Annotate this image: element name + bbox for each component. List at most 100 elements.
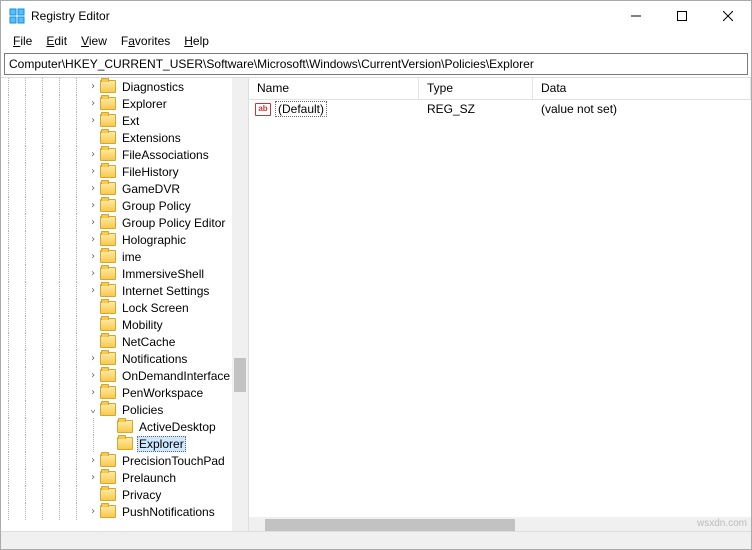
values-pane: Name Type Data (Default)REG_SZ(value not…	[249, 78, 751, 533]
tree-item-extensions[interactable]: Extensions	[1, 129, 236, 146]
tree-item-internet-settings[interactable]: Internet Settings	[1, 282, 236, 299]
expander-icon[interactable]	[86, 285, 100, 296]
expander-icon[interactable]	[86, 81, 100, 92]
folder-icon	[100, 165, 116, 178]
value-type: REG_SZ	[427, 102, 541, 116]
expander-icon[interactable]	[86, 115, 100, 126]
col-type[interactable]: Type	[419, 78, 533, 99]
folder-icon	[100, 250, 116, 263]
tree-item-penworkspace[interactable]: PenWorkspace	[1, 384, 236, 401]
tree-item-label: PrecisionTouchPad	[120, 454, 227, 468]
tree-item-label: PenWorkspace	[120, 386, 205, 400]
folder-icon	[100, 369, 116, 382]
folder-icon	[100, 199, 116, 212]
tree-item-ext[interactable]: Ext	[1, 112, 236, 129]
titlebar: Registry Editor	[1, 1, 751, 31]
tree-item-diagnostics[interactable]: Diagnostics	[1, 78, 236, 95]
expander-icon[interactable]	[86, 387, 100, 398]
value-data: (value not set)	[541, 102, 751, 116]
folder-icon	[100, 454, 116, 467]
menu-help[interactable]: Help	[178, 32, 215, 50]
expander-icon[interactable]	[86, 404, 100, 415]
tree-item-notifications[interactable]: Notifications	[1, 350, 236, 367]
folder-icon	[100, 284, 116, 297]
maximize-button[interactable]	[659, 1, 705, 31]
tree-item-explorer[interactable]: Explorer	[1, 435, 236, 452]
expander-icon[interactable]	[86, 200, 100, 211]
tree-item-label: Mobility	[120, 318, 165, 332]
tree-item-activedesktop[interactable]: ActiveDesktop	[1, 418, 236, 435]
col-data[interactable]: Data	[533, 78, 751, 99]
folder-icon	[100, 352, 116, 365]
tree-item-netcache[interactable]: NetCache	[1, 333, 236, 350]
expander-icon[interactable]	[86, 251, 100, 262]
tree-item-mobility[interactable]: Mobility	[1, 316, 236, 333]
tree-item-label: FileAssociations	[120, 148, 211, 162]
tree-item-filehistory[interactable]: FileHistory	[1, 163, 236, 180]
tree-item-pushnotifications[interactable]: PushNotifications	[1, 503, 236, 520]
tree-item-ondemandinterface[interactable]: OnDemandInterface	[1, 367, 236, 384]
folder-icon	[100, 471, 116, 484]
folder-icon	[100, 148, 116, 161]
folder-icon	[100, 97, 116, 110]
menu-view[interactable]: View	[75, 32, 113, 50]
expander-icon[interactable]	[86, 98, 100, 109]
addressbar[interactable]: Computer\HKEY_CURRENT_USER\Software\Micr…	[4, 53, 748, 75]
close-button[interactable]	[705, 1, 751, 31]
tree-item-label: FileHistory	[120, 165, 181, 179]
folder-icon	[100, 131, 116, 144]
tree-item-label: Internet Settings	[120, 284, 211, 298]
folder-icon	[100, 114, 116, 127]
folder-icon	[100, 403, 116, 416]
tree-item-ime[interactable]: ime	[1, 248, 236, 265]
tree-item-explorer[interactable]: Explorer	[1, 95, 236, 112]
menu-file[interactable]: File	[7, 32, 38, 50]
expander-icon[interactable]	[86, 149, 100, 160]
col-name[interactable]: Name	[249, 78, 419, 99]
folder-icon	[100, 267, 116, 280]
tree-item-label: OnDemandInterface	[120, 369, 232, 383]
tree-item-label: Policies	[120, 403, 165, 417]
minimize-button[interactable]	[613, 1, 659, 31]
folder-icon	[117, 437, 133, 450]
menubar: File Edit View Favorites Help	[1, 31, 751, 51]
expander-icon[interactable]	[86, 506, 100, 517]
tree-item-label: Explorer	[137, 436, 186, 452]
expander-icon[interactable]	[86, 183, 100, 194]
expander-icon[interactable]	[86, 234, 100, 245]
tree-item-label: ActiveDesktop	[137, 420, 218, 434]
tree-item-label: Group Policy Editor	[120, 216, 227, 230]
menu-edit[interactable]: Edit	[40, 32, 73, 50]
tree-item-group-policy[interactable]: Group Policy	[1, 197, 236, 214]
expander-icon[interactable]	[86, 353, 100, 364]
tree-item-lock-screen[interactable]: Lock Screen	[1, 299, 236, 316]
tree-item-policies[interactable]: Policies	[1, 401, 236, 418]
tree-item-holographic[interactable]: Holographic	[1, 231, 236, 248]
tree-item-gamedvr[interactable]: GameDVR	[1, 180, 236, 197]
expander-icon[interactable]	[86, 166, 100, 177]
tree-item-group-policy-editor[interactable]: Group Policy Editor	[1, 214, 236, 231]
expander-icon[interactable]	[86, 472, 100, 483]
expander-icon[interactable]	[86, 217, 100, 228]
value-row[interactable]: (Default)REG_SZ(value not set)	[249, 100, 751, 118]
address-text: Computer\HKEY_CURRENT_USER\Software\Micr…	[9, 57, 534, 71]
folder-icon	[100, 386, 116, 399]
tree-item-prelaunch[interactable]: Prelaunch	[1, 469, 236, 486]
tree-item-privacy[interactable]: Privacy	[1, 486, 236, 503]
tree-item-label: Holographic	[120, 233, 188, 247]
expander-icon[interactable]	[86, 370, 100, 381]
expander-icon[interactable]	[86, 455, 100, 466]
string-value-icon	[255, 103, 271, 116]
tree-item-immersiveshell[interactable]: ImmersiveShell	[1, 265, 236, 282]
tree-item-label: Prelaunch	[120, 471, 178, 485]
tree-item-label: Diagnostics	[120, 80, 186, 94]
folder-icon	[100, 505, 116, 518]
menu-favorites[interactable]: Favorites	[115, 32, 176, 50]
expander-icon[interactable]	[86, 268, 100, 279]
tree-item-label: Lock Screen	[120, 301, 191, 315]
tree-item-label: PushNotifications	[120, 505, 217, 519]
tree-item-fileassociations[interactable]: FileAssociations	[1, 146, 236, 163]
tree-item-label: GameDVR	[120, 182, 182, 196]
tree-item-precisiontouchpad[interactable]: PrecisionTouchPad	[1, 452, 236, 469]
tree-scrollbar[interactable]	[232, 78, 248, 533]
